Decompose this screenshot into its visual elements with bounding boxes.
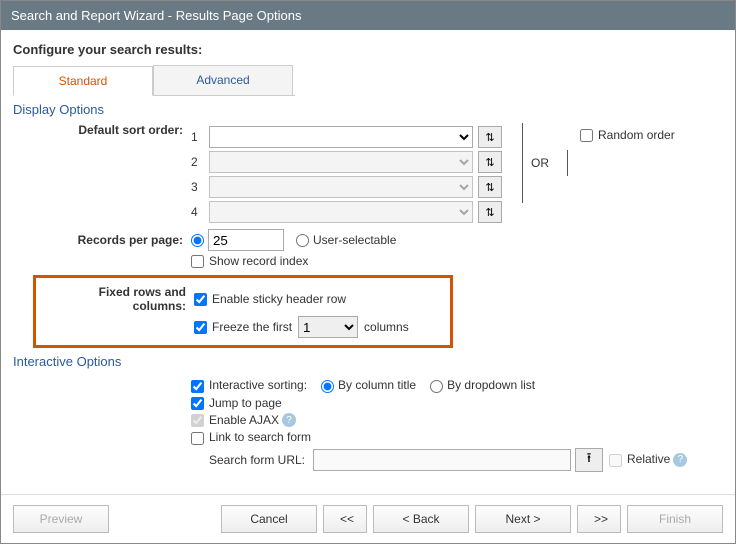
sort-num-1: 1: [191, 130, 205, 144]
random-order-wrap: Random order: [580, 123, 675, 147]
by-column-radio[interactable]: [321, 380, 334, 393]
sort-rows: 1 ⇅ 2 ⇅ 3 ⇅ 4: [191, 123, 502, 226]
interactive-options-title: Interactive Options: [13, 354, 723, 369]
freeze-columns-checkbox[interactable]: [194, 321, 207, 334]
relative-checkbox[interactable]: [609, 454, 622, 467]
cancel-button[interactable]: Cancel: [221, 505, 317, 533]
sort-select-2[interactable]: [209, 151, 473, 173]
sort-dir-icon: ⇅: [485, 156, 494, 169]
sort-num-2: 2: [191, 155, 205, 169]
freeze-suffix: columns: [364, 320, 409, 334]
back-button[interactable]: < Back: [373, 505, 469, 533]
sort-dir-4[interactable]: ⇅: [478, 201, 502, 223]
records-per-page-input[interactable]: [208, 229, 284, 251]
jump-to-page-checkbox[interactable]: [191, 397, 204, 410]
finish-button[interactable]: Finish: [627, 505, 723, 533]
help-icon[interactable]: ?: [673, 453, 687, 467]
sort-select-3[interactable]: [209, 176, 473, 198]
sort-dir-icon: ⇅: [485, 131, 494, 144]
interactive-sorting-label[interactable]: Interactive sorting:: [191, 378, 307, 392]
link-to-search-checkbox[interactable]: [191, 432, 204, 445]
fixed-rows-highlight: Fixed rows and columns: Enable sticky he…: [33, 275, 453, 348]
jump-to-page-label[interactable]: Jump to page: [191, 396, 282, 410]
sort-dir-icon: ⇅: [485, 206, 494, 219]
footer-nav: Cancel << < Back Next > >> Finish: [221, 505, 723, 533]
next-button[interactable]: Next >: [475, 505, 571, 533]
tab-standard[interactable]: Standard: [13, 66, 153, 96]
title-text: Search and Report Wizard - Results Page …: [11, 8, 301, 23]
by-dropdown-radio[interactable]: [430, 380, 443, 393]
search-form-url-input[interactable]: [313, 449, 571, 471]
content-area: Configure your search results: Standard …: [1, 30, 735, 494]
tab-bar: Standard Advanced: [13, 65, 295, 96]
tab-advanced[interactable]: Advanced: [153, 65, 293, 95]
sort-dir-3[interactable]: ⇅: [478, 176, 502, 198]
records-fixed-radio[interactable]: [191, 234, 204, 247]
freeze-columns-label[interactable]: Freeze the first: [194, 320, 292, 334]
help-icon[interactable]: ?: [282, 413, 296, 427]
default-sort-label: Default sort order:: [13, 123, 191, 137]
records-per-page-label: Records per page:: [13, 233, 191, 247]
sort-select-1[interactable]: [209, 126, 473, 148]
sort-dir-1[interactable]: ⇅: [478, 126, 502, 148]
sort-num-4: 4: [191, 205, 205, 219]
first-button[interactable]: <<: [323, 505, 367, 533]
random-order-label[interactable]: Random order: [580, 128, 675, 142]
dialog: Search and Report Wizard - Results Page …: [0, 0, 736, 544]
page-heading: Configure your search results:: [13, 42, 723, 57]
fixed-rows-label: Fixed rows and columns:: [42, 285, 194, 313]
show-record-index-checkbox[interactable]: [191, 255, 204, 268]
freeze-columns-select[interactable]: 1: [298, 316, 358, 338]
footer: Preview Cancel << < Back Next > >> Finis…: [1, 494, 735, 543]
sort-dir-icon: ⇅: [485, 181, 494, 194]
sort-select-4[interactable]: [209, 201, 473, 223]
or-text: OR: [531, 156, 549, 170]
records-user-radio[interactable]: [296, 234, 309, 247]
sort-num-3: 3: [191, 180, 205, 194]
browse-url-button[interactable]: ⭱: [575, 448, 603, 472]
interactive-options: Interactive sorting: By column title By …: [13, 375, 723, 474]
display-options: Default sort order: 1 ⇅ 2 ⇅ 3: [13, 123, 723, 271]
sticky-header-label[interactable]: Enable sticky header row: [194, 292, 346, 306]
show-record-index-label[interactable]: Show record index: [191, 254, 308, 268]
enable-ajax-checkbox[interactable]: [191, 414, 204, 427]
by-column-option[interactable]: By column title: [321, 378, 416, 392]
sticky-header-checkbox[interactable]: [194, 293, 207, 306]
or-divider: OR: [522, 123, 568, 203]
random-order-checkbox[interactable]: [580, 129, 593, 142]
sort-dir-2[interactable]: ⇅: [478, 151, 502, 173]
by-dropdown-option[interactable]: By dropdown list: [430, 378, 535, 392]
records-fixed-option[interactable]: [191, 233, 208, 247]
relative-label[interactable]: Relative: [609, 452, 670, 466]
folder-icon: ⭱: [587, 449, 592, 471]
link-to-search-label[interactable]: Link to search form: [191, 430, 311, 444]
preview-button[interactable]: Preview: [13, 505, 109, 533]
records-user-option[interactable]: User-selectable: [296, 233, 396, 247]
search-form-url-label: Search form URL:: [13, 453, 313, 467]
interactive-sorting-checkbox[interactable]: [191, 380, 204, 393]
titlebar: Search and Report Wizard - Results Page …: [1, 1, 735, 30]
last-button[interactable]: >>: [577, 505, 621, 533]
display-options-title: Display Options: [13, 102, 723, 117]
enable-ajax-label[interactable]: Enable AJAX: [191, 413, 279, 427]
